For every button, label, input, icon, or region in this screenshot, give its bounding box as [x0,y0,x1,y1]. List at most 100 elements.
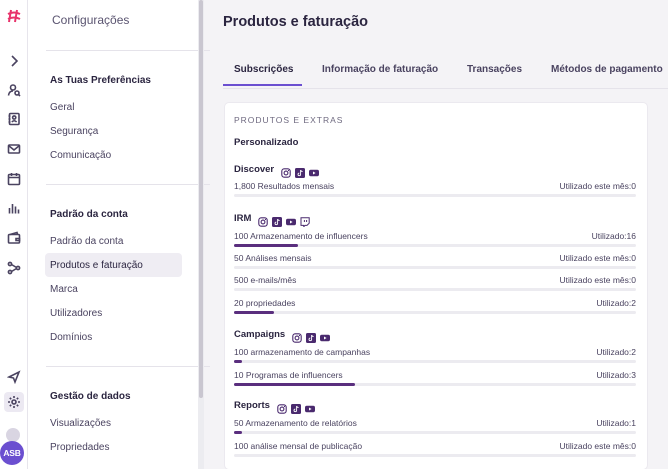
quota-row: 50 Análises mensais Utilizado este mês:0 [234,253,636,271]
tiktok-icon [295,165,306,178]
sidebar-item-seguranca[interactable]: Segurança [45,119,182,143]
instagram-icon [292,330,302,343]
twitch-icon [300,214,311,228]
page-title: Produtos e faturação [223,14,369,30]
sidebar-item-propriedades[interactable]: Propriedades [45,435,182,459]
usage-progress-fill [234,244,299,247]
product-header-reports: Reports [234,400,315,414]
subscriptions-card: PRODUTOS E EXTRAS Personalizado Discover… [225,103,647,469]
usage-progress-fill [234,431,242,434]
product-name: Campaigns [234,329,286,340]
tab-bar: Subscrições Informação de faturação Tran… [223,58,668,88]
tab-informacao-faturacao[interactable]: Informação de faturação [322,64,438,75]
sidebar-scrollbar[interactable] [198,0,204,469]
quota-usage: Utilizado este mês:0 [559,441,636,451]
tab-metodos-pagamento[interactable]: Métodos de pagamento [551,64,663,75]
quota-label: 100 Armazenamento de influencers [234,231,368,241]
quota-usage: Utilizado:3 [596,370,636,380]
avatar[interactable]: ASB [0,441,24,465]
workflow-icon[interactable] [4,258,24,278]
youtube-icon [304,401,315,412]
section-title-data: Gestão de dados [50,391,131,402]
product-name: Discover [234,164,275,175]
quota-usage: Utilizado:2 [596,298,636,308]
logo-icon[interactable] [4,6,24,26]
youtube-icon [286,214,297,225]
sidebar-item-marca[interactable]: Marca [45,277,182,301]
tiktok-icon [290,401,301,414]
bar-chart-icon[interactable] [4,198,24,218]
divider [46,50,210,51]
active-tab-indicator [223,84,302,86]
calendar-icon[interactable] [4,169,24,189]
scrollbar-thumb[interactable] [199,0,203,398]
quota-row: 100 Armazenamento de influencers Utilizad… [234,231,636,249]
quota-label: 50 Análises mensais [234,253,312,263]
usage-progress-fill [234,383,355,386]
usage-progress-bar [234,454,636,457]
product-header-irm: IRM [234,213,311,228]
quota-row: 100 análise mensal de publicação Utilizad… [234,441,636,459]
tiktok-icon [306,330,317,343]
sidebar-item-produtos-faturacao[interactable]: Produtos e faturação [45,253,182,277]
sidebar-item-padrao-conta[interactable]: Padrão da conta [45,229,182,253]
product-header-discover: Discover [234,164,320,178]
sidebar-item-dominios[interactable]: Domínios [45,325,182,349]
tab-transacoes[interactable]: Transações [467,64,522,75]
icon-rail: ASB [0,0,28,469]
divider [46,184,210,185]
sidebar-item-comunicacao[interactable]: Comunicação [45,143,182,167]
quota-row: 10 Programas de influencers Utilizado:3 [234,370,636,388]
youtube-icon [309,165,320,176]
quota-usage: Utilizado:2 [596,347,636,357]
wallet-icon[interactable] [4,228,24,248]
avatar-status-icon [6,428,20,442]
usage-progress-bar [234,431,636,434]
usage-progress-bar [234,288,636,291]
quota-usage: Utilizado:16 [591,231,636,241]
quota-label: 10 Programas de influencers [234,370,343,380]
product-header-campaigns: Campaigns [234,329,331,343]
user-search-icon[interactable] [4,80,24,100]
quota-label: 100 análise mensal de publicação [234,441,363,451]
quota-usage: Utilizado este mês:0 [559,253,636,263]
youtube-icon [320,330,331,341]
sidebar-item-geral[interactable]: Geral [45,95,182,119]
settings-sidebar: Configurações As Tuas Preferências Geral… [28,0,210,469]
product-name: IRM [234,213,252,224]
usage-progress-bar [234,244,636,247]
gear-icon[interactable] [4,392,24,412]
quota-usage: Utilizado:1 [596,418,636,428]
instagram-icon [281,165,291,178]
section-title-preferences: As Tuas Preferências [50,75,151,86]
card-caption: PRODUTOS E EXTRAS [234,115,344,125]
mail-icon[interactable] [4,139,24,159]
quota-row: 1,800 Resultados mensais Utilizado este m… [234,181,636,199]
usage-progress-fill [234,311,275,314]
contacts-icon[interactable] [4,109,24,129]
chevron-right-icon[interactable] [4,51,24,71]
product-name: Reports [234,400,270,411]
quota-label: 50 Armazenamento de relatórios [234,418,357,428]
quota-usage: Utilizado este mês:0 [559,275,636,285]
sidebar-item-visualizacoes[interactable]: Visualizações [45,411,182,435]
instagram-icon [277,401,287,414]
quota-row: 500 e-mails/mês Utilizado este mês:0 [234,275,636,293]
instagram-icon [258,214,269,227]
quota-label: 1,800 Resultados mensais [234,181,335,191]
quota-row: 50 Armazenamento de relatórios Utilizado:… [234,418,636,436]
quota-label: 20 propriedades [234,298,296,308]
quota-usage: Utilizado este mês:0 [559,181,636,191]
tiktok-icon [272,214,283,227]
sidebar-item-utilizadores[interactable]: Utilizadores [45,301,182,325]
quota-row: 100 armazenamento de campanhas Utilizado:… [234,347,636,365]
usage-progress-bar [234,194,636,197]
divider [46,366,210,367]
usage-progress-bar [234,311,636,314]
quota-row: 20 propriedades Utilizado:2 [234,298,636,316]
tab-subscricoes[interactable]: Subscrições [234,64,293,75]
usage-progress-fill [234,360,242,363]
usage-progress-bar [234,383,636,386]
send-icon[interactable] [4,367,24,387]
quota-label: 100 armazenamento de campanhas [234,347,371,357]
